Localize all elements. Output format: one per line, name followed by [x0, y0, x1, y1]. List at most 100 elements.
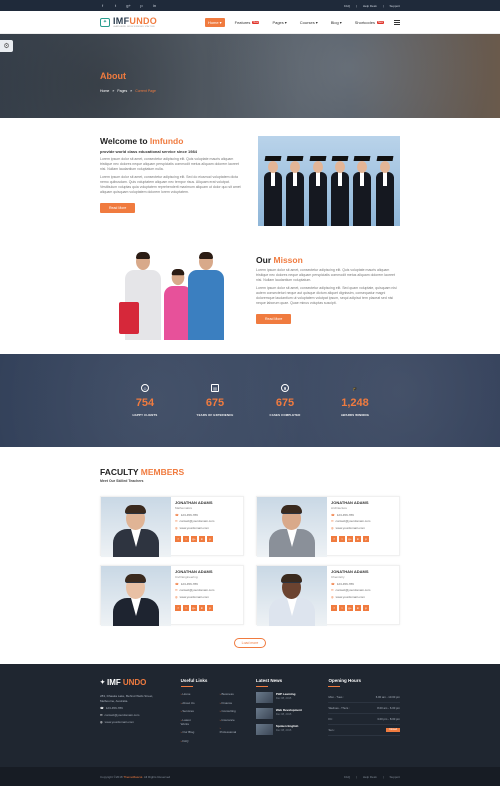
help-desk-link[interactable]: Help Desk — [363, 4, 377, 8]
main-nav: ✦ IMFUNDO LEARN HERE. GROW FOREVER. STAY… — [0, 11, 500, 34]
faculty-name[interactable]: JONATHAN ADAMS — [331, 500, 399, 505]
google-plus-icon[interactable]: g+ — [126, 3, 131, 8]
social-icon[interactable]: t — [339, 604, 345, 611]
welcome-section: Welcome to Imfundo provide world class e… — [0, 118, 500, 230]
faculty-name[interactable]: JONATHAN ADAMS — [331, 569, 399, 574]
footer-link[interactable]: Business — [220, 692, 238, 696]
footer-email-link[interactable]: contact@yourdomain.com — [105, 713, 140, 717]
social-icon[interactable]: p — [363, 535, 369, 542]
footer-web-link[interactable]: www.yourdomain.com — [105, 720, 134, 724]
phone-icon: ☎ — [175, 512, 179, 517]
faculty-department: Architecture — [331, 506, 348, 510]
read-more-button[interactable]: Read More — [256, 314, 292, 324]
footer-logo[interactable]: ✦ IMF UNDO — [100, 678, 163, 687]
students-image — [100, 240, 243, 340]
footer-link[interactable]: Latest Works — [181, 718, 200, 726]
footer-link[interactable]: Insurance — [220, 718, 238, 722]
globe-icon: ◍ — [331, 525, 334, 530]
menu-item-pages[interactable]: Pages ▾ — [269, 18, 289, 27]
footer-link[interactable]: Professional — [220, 726, 238, 734]
faculty-web[interactable]: www.yourdomain.com — [180, 595, 209, 599]
social-icon[interactable]: g+ — [347, 604, 353, 611]
breadcrumb-current: Current Page — [135, 89, 157, 93]
globe-icon: ◍ — [175, 594, 178, 599]
envelope-icon: ✉ — [175, 519, 178, 523]
faculty-card: JONATHAN ADAMS Civil Engineering ☎ 123-45… — [100, 565, 244, 626]
linkedin-icon[interactable]: in — [152, 3, 157, 8]
envelope-icon: ✉ — [331, 588, 334, 592]
menu-toggle-icon[interactable] — [394, 19, 400, 25]
site-logo[interactable]: ✦ IMFUNDO LEARN HERE. GROW FOREVER. STAY… — [100, 16, 157, 28]
welcome-paragraph: Lorem ipsum dolor sit amet, consectetur … — [100, 157, 239, 171]
top-links: FAQ | Help Desk | Support — [344, 3, 400, 8]
social-icon[interactable]: g+ — [347, 535, 353, 542]
faculty-email[interactable]: contact@yourdomain.com — [336, 519, 371, 523]
help-desk-link[interactable]: Help Desk — [363, 775, 377, 779]
footer-link[interactable]: Home — [181, 692, 200, 696]
faculty-email[interactable]: contact@yourdomain.com — [336, 588, 371, 592]
globe-icon: ◍ — [331, 594, 334, 599]
menu-item-features[interactable]: Features New — [232, 18, 263, 27]
footer-link[interactable]: About Us — [181, 701, 200, 705]
welcome-title: Welcome to Imfundo — [100, 136, 184, 146]
social-icon[interactable]: in — [199, 604, 205, 611]
theme-author-link[interactable]: ThemeMascot — [123, 775, 142, 779]
news-item[interactable]: Spoken English Dec 08, 2015 — [255, 724, 311, 735]
pinterest-icon[interactable]: p — [139, 3, 144, 8]
footer-link[interactable]: Consulting — [220, 709, 238, 713]
social-icon[interactable]: in — [355, 604, 361, 611]
settings-gear-icon[interactable]: ⚙ — [0, 40, 13, 52]
social-icon[interactable]: t — [183, 535, 189, 542]
social-icon[interactable]: in — [199, 535, 205, 542]
faculty-photo — [101, 497, 171, 557]
copyright-text: Copyright ©2018 ThemeMascot. All Rights … — [100, 774, 171, 779]
faq-link[interactable]: FAQ — [344, 4, 350, 8]
social-icon[interactable]: f — [331, 604, 337, 611]
faculty-email[interactable]: contact@yourdomain.com — [180, 588, 215, 592]
breadcrumb-pages[interactable]: Pages — [117, 89, 127, 93]
footer-link[interactable]: Finance — [220, 701, 238, 705]
support-link[interactable]: Support — [389, 4, 400, 8]
social-icon[interactable]: g+ — [191, 604, 197, 611]
social-icon[interactable]: f — [331, 535, 337, 542]
twitter-icon[interactable]: t — [113, 3, 118, 8]
logo-icon: ✦ — [100, 680, 106, 686]
faculty-web[interactable]: www.yourdomain.com — [336, 595, 365, 599]
faculty-name[interactable]: JONATHAN ADAMS — [175, 569, 243, 574]
social-icon[interactable]: f — [175, 535, 181, 542]
news-item[interactable]: PHP Learning Dec 08, 2015 — [255, 692, 311, 703]
menu-item-shortcodes[interactable]: Shortcodes New — [352, 18, 387, 27]
menu-item-blog[interactable]: Blog ▾ — [328, 18, 345, 27]
read-more-button[interactable]: Read More — [100, 203, 136, 213]
social-icon[interactable]: p — [363, 604, 369, 611]
social-icon[interactable]: t — [183, 604, 189, 611]
hours-row: Mon - Tues :6.00 am - 10.00 pm — [328, 692, 400, 703]
support-link[interactable]: Support — [389, 775, 400, 779]
social-icon[interactable]: in — [355, 535, 361, 542]
faq-link[interactable]: FAQ — [344, 775, 350, 779]
news-item[interactable]: Web Development Dec 08, 2015 — [255, 708, 311, 719]
social-icon[interactable]: t — [339, 535, 345, 542]
book-icon: ▤ — [211, 384, 219, 392]
faculty-web[interactable]: www.yourdomain.com — [336, 526, 365, 530]
load-more-button[interactable]: Load more — [234, 638, 266, 648]
menu-item-courses[interactable]: Courses ▾ — [297, 18, 321, 27]
social-icon[interactable]: p — [207, 604, 213, 611]
faculty-email[interactable]: contact@yourdomain.com — [180, 519, 215, 523]
mission-paragraph: Lorem ipsum dolor sit amet, consectetur … — [256, 268, 395, 282]
stats-counter-section: ☺ 754 HAPPY CLIENTS ▤ 675 YEARS OF EXPER… — [0, 354, 500, 447]
social-icon[interactable]: g+ — [191, 535, 197, 542]
faculty-name[interactable]: JONATHAN ADAMS — [175, 500, 243, 505]
welcome-tagline: provide world class educational service … — [100, 149, 197, 154]
social-icon[interactable]: f — [175, 604, 181, 611]
phone-icon: ☎ — [175, 581, 179, 586]
social-icon[interactable]: p — [207, 535, 213, 542]
menu-item-home[interactable]: Home ▾ — [204, 17, 225, 27]
breadcrumb-home[interactable]: Home — [100, 89, 109, 93]
footer-link[interactable]: FAQ — [181, 739, 200, 743]
footer-link[interactable]: Our Blog — [181, 730, 200, 734]
facebook-icon[interactable]: f — [100, 3, 105, 8]
faculty-photo — [101, 566, 171, 626]
faculty-web[interactable]: www.yourdomain.com — [180, 526, 209, 530]
footer-link[interactable]: Services — [181, 709, 200, 713]
